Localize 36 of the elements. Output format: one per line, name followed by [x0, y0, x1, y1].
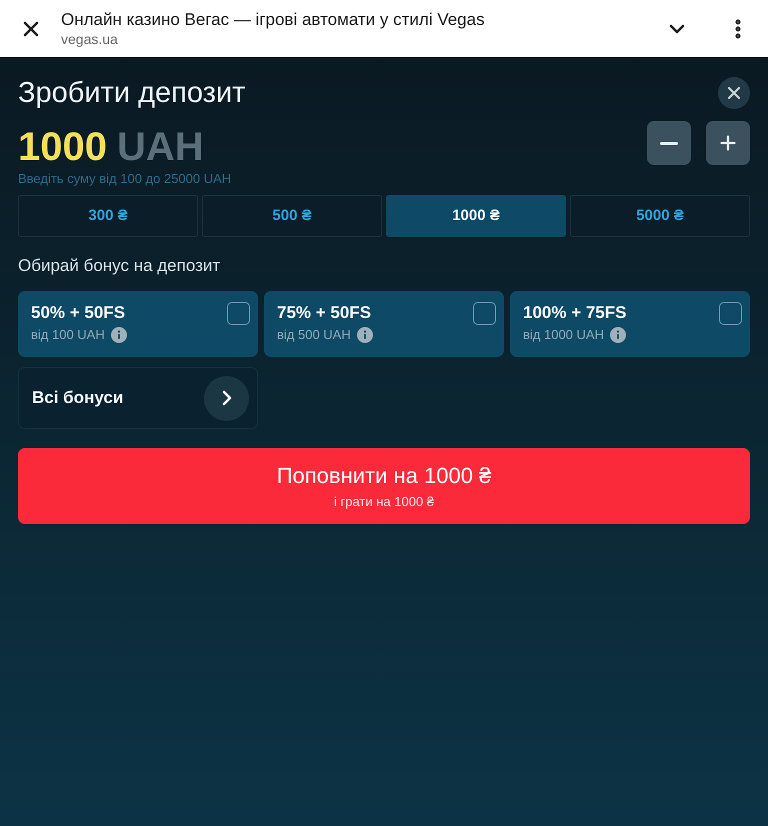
info-icon[interactable]: [610, 327, 626, 343]
dialog-title: Зробити депозит: [18, 76, 246, 111]
bonus-minimum: від 1000 UAH: [523, 327, 604, 343]
next-button[interactable]: [204, 376, 249, 420]
bonus-checkbox[interactable]: [473, 302, 496, 325]
deposit-sublabel: і грати на 1000 ₴: [334, 494, 434, 510]
deposit-button[interactable]: Поповнити на 1000 ₴ і грати на 1000 ₴: [18, 448, 750, 524]
amount-preset-button[interactable]: 500 ₴: [202, 195, 382, 237]
bonus-heading: Обирай бонус на депозит: [18, 255, 222, 277]
deposit-label: Поповнити на 1000 ₴: [276, 462, 492, 490]
bonus-card[interactable]: 100% + 75FS від 1000 UAH: [510, 291, 750, 357]
amount-preset-button[interactable]: 300 ₴: [18, 195, 198, 237]
decrease-button[interactable]: [647, 121, 691, 165]
bonus-checkbox[interactable]: [227, 302, 250, 325]
all-bonuses-label: Всі бонуси: [32, 387, 124, 410]
page-url: vegas.ua: [61, 30, 119, 48]
close-button[interactable]: [718, 77, 750, 109]
amount-value: 1000: [18, 125, 107, 169]
amount-preset-button[interactable]: 1000 ₴: [386, 195, 566, 237]
info-icon[interactable]: [356, 327, 373, 343]
bonus-card[interactable]: 50% + 50FS від 100 UAH: [18, 291, 258, 357]
bonus-title: 100% + 75FS: [523, 302, 626, 324]
bonus-checkbox[interactable]: [719, 302, 742, 325]
bonus-card[interactable]: 75% + 50FS від 500 UAH: [264, 291, 504, 357]
amount-currency: UAH: [116, 125, 204, 169]
info-icon[interactable]: [110, 327, 127, 343]
bonus-minimum: від 100 UAH: [31, 327, 105, 343]
minus-icon: [660, 142, 678, 144]
bonus-title: 75% + 50FS: [277, 302, 372, 324]
page-title: Онлайн казино Вегас — ігрові автомати у стилі Vegas: [61, 9, 486, 30]
bonus-title: 50% + 50FS: [31, 302, 126, 324]
increase-button[interactable]: [706, 121, 750, 165]
all-bonuses-card[interactable]: Всі бонуси: [18, 367, 258, 429]
amount-hint: Введіть суму від 100 до 25000 UAH: [18, 171, 232, 187]
bonus-minimum: від 500 UAH: [277, 327, 351, 343]
amount-preset-button[interactable]: 5000 ₴: [570, 195, 750, 237]
